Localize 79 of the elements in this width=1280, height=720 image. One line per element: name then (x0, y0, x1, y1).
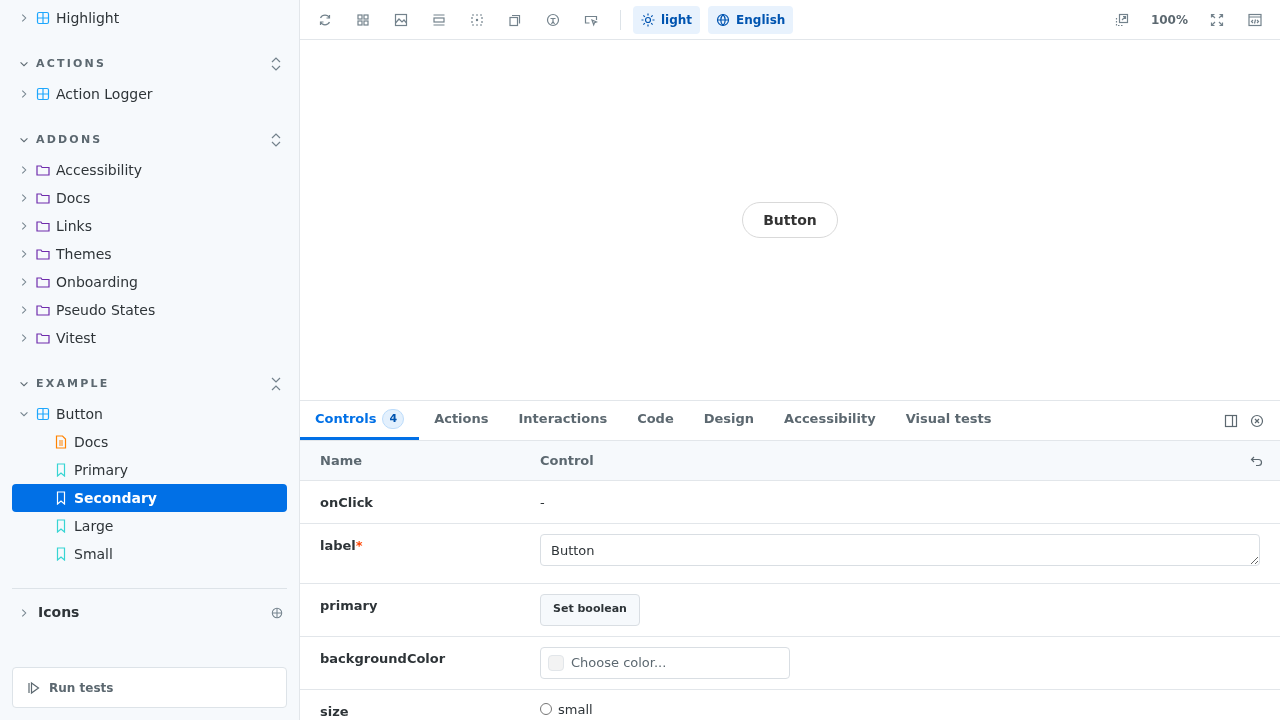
accessibility-icon[interactable] (546, 12, 560, 27)
grid-icon (36, 407, 50, 421)
tree-item[interactable]: Docs (12, 428, 287, 456)
grid-icon (36, 87, 50, 101)
bookmark-icon (54, 547, 68, 561)
bookmark-icon (54, 491, 68, 505)
column-header: Control (540, 451, 595, 470)
folder-icon (36, 163, 50, 177)
tree-item[interactable]: Icons (18, 602, 80, 623)
arg-name: size (320, 703, 349, 719)
theme-button[interactable]: light (633, 5, 701, 34)
tree-item[interactable]: Themes (12, 240, 287, 268)
set-boolean-button[interactable]: Set boolean (540, 593, 640, 626)
tree-item[interactable]: Highlight (12, 4, 287, 32)
control-value: - (540, 494, 546, 512)
tree-item[interactable]: Secondary (12, 484, 287, 512)
arg-name: label (320, 537, 356, 553)
option-label: small (558, 700, 593, 719)
tree-item[interactable]: Accessibility (12, 156, 287, 184)
locale-button[interactable]: English (708, 5, 794, 34)
run-tests-button[interactable]: Run tests (12, 667, 287, 708)
code-window-icon[interactable] (1248, 12, 1262, 27)
grid-icon (36, 11, 50, 25)
arg-name: backgroundColor (320, 650, 446, 666)
expand-icon[interactable] (269, 133, 283, 147)
section-header[interactable]: EXAMPLE (18, 375, 110, 393)
close-icon[interactable] (1250, 413, 1264, 428)
section-header[interactable]: ACTIONS (18, 55, 107, 73)
reload-icon[interactable] (318, 12, 332, 27)
count-badge: 4 (382, 409, 405, 429)
image-icon[interactable] (394, 12, 408, 27)
play-icon (27, 680, 41, 695)
tree-item[interactable]: Large (12, 512, 287, 540)
collapse-icon[interactable] (269, 377, 283, 391)
folder-icon (36, 247, 50, 261)
grid-icon[interactable] (356, 12, 370, 27)
folder-icon (36, 303, 50, 317)
panel-tab[interactable]: Interactions (503, 401, 623, 440)
sun-icon (641, 12, 655, 27)
tree-item[interactable]: Vitest (12, 324, 287, 352)
document-icon (54, 435, 68, 449)
text-field[interactable]: Button (540, 533, 1260, 566)
open-new-window-icon[interactable] (1114, 12, 1129, 27)
arg-name: primary (320, 597, 378, 613)
bookmark-icon (54, 463, 68, 477)
tree-item[interactable]: Links (12, 212, 287, 240)
tree-item[interactable]: Onboarding (12, 268, 287, 296)
expand-icon[interactable] (269, 57, 283, 71)
folder-icon (36, 331, 50, 345)
color-swatch[interactable] (548, 654, 564, 671)
column-header: Name (319, 451, 363, 470)
tree-item[interactable]: Action Logger (12, 80, 287, 108)
tree-item[interactable]: Pseudo States (12, 296, 287, 324)
required-mark: * (355, 537, 363, 553)
globe-icon (716, 12, 731, 27)
bookmark-icon (54, 519, 68, 533)
tree-item[interactable]: Primary (12, 456, 287, 484)
sidebar-panel-icon[interactable] (1224, 413, 1238, 428)
globe-icon[interactable] (271, 606, 283, 619)
panel-tab[interactable]: Accessibility (769, 401, 891, 440)
fullscreen-icon[interactable] (1210, 12, 1224, 27)
ruler-icon[interactable] (432, 12, 446, 27)
tree-item[interactable]: Docs (12, 184, 287, 212)
layers-icon[interactable] (508, 12, 522, 27)
color-field[interactable]: Choose color... (540, 646, 790, 679)
section-header[interactable]: ADDONS (18, 131, 103, 149)
panel-tab[interactable]: Actions (419, 401, 504, 440)
folder-icon (36, 219, 50, 233)
panel-tab[interactable]: Design (688, 401, 770, 440)
arg-name: onClick (320, 495, 373, 510)
folder-icon (36, 191, 50, 205)
tree-item[interactable]: Button (12, 400, 287, 428)
radio-button[interactable] (540, 703, 552, 716)
tree-item[interactable]: Small (12, 540, 287, 568)
panel-tab[interactable]: Visual tests (890, 401, 1007, 440)
panel-tab[interactable]: Code (622, 401, 689, 440)
zoom-button[interactable]: 100% (1142, 5, 1196, 34)
outline-icon[interactable] (470, 12, 484, 27)
folder-icon (36, 275, 50, 289)
